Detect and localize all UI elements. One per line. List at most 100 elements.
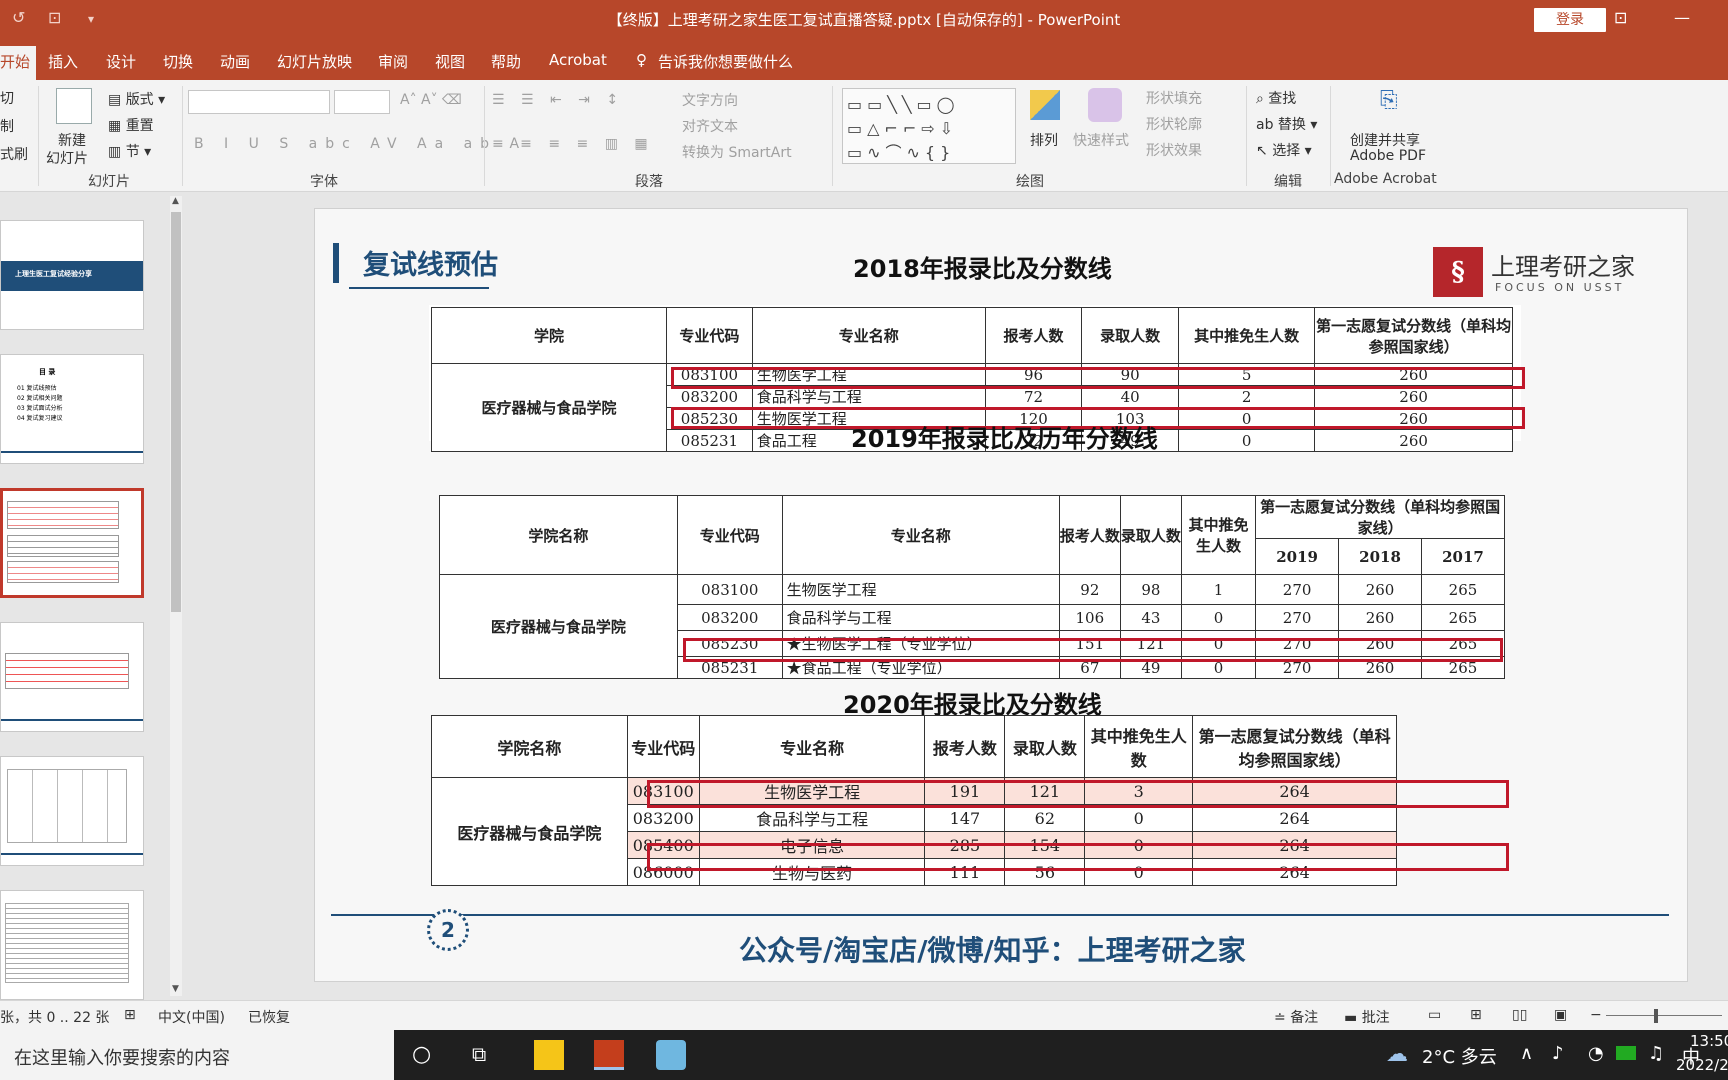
group-para-label: 段落 [635, 174, 663, 190]
slide-thumbnail-pane: 上理生医工复试经验分享 目 录 01 复试线预估 02 复试相关问题 03 复试… [0, 192, 180, 1000]
tab-slideshow[interactable]: 幻灯片放映 [277, 51, 352, 72]
section-title: 复试线预估 [363, 250, 498, 281]
cut-button[interactable]: 切 [0, 88, 14, 108]
notes-button[interactable]: ≐ 备注 [1274, 1007, 1318, 1027]
font-format-buttons[interactable]: B I U S abc AV Aa ab A [194, 136, 527, 152]
table-2018-title: 2018年报录比及分数线 [853, 255, 1112, 283]
column-header: 学院名称 [431, 715, 628, 778]
zoom-slider-thumb[interactable] [1654, 1009, 1658, 1023]
section-button[interactable]: ▥ 节 ▾ [108, 141, 151, 161]
logo-text: 上理考研之家 [1491, 253, 1635, 281]
create-pdf-label[interactable]: 创建并共享 [1350, 130, 1420, 150]
format-painter-button[interactable]: 式刷 [0, 144, 28, 164]
column-header: 专业代码 [666, 307, 753, 364]
slide-thumbnail-5[interactable] [0, 756, 144, 866]
slide-thumbnail-6[interactable] [0, 890, 144, 1000]
font-size-box[interactable] [334, 90, 390, 114]
normal-view-icon[interactable]: ▭ [1428, 1007, 1441, 1023]
minimize-icon[interactable]: — [1674, 8, 1690, 27]
shape-effect-button[interactable]: 形状效果 [1146, 140, 1202, 160]
slide-canvas[interactable]: 复试线预估 § 上理考研之家 FOCUS ON USST 2018年报录比及分数… [314, 208, 1688, 982]
slide-thumbnail-3[interactable] [0, 488, 144, 598]
table-header-row: 学院 专业代码 专业名称 报考人数 录取人数 其中推免生人数 第一志愿复试分数线（单科均参照… [430, 307, 1513, 364]
weather-text[interactable]: 2°C 多云 [1422, 1043, 1497, 1069]
tab-transitions[interactable]: 切换 [163, 51, 193, 72]
align-text-button[interactable]: 对齐文本 [682, 116, 738, 136]
tab-home[interactable]: 开始 [0, 46, 37, 80]
find-button[interactable]: ⌕ 查找 [1256, 88, 1296, 108]
shape-fill-button[interactable]: 形状填充 [1146, 88, 1202, 108]
nvidia-icon[interactable] [1616, 1046, 1636, 1060]
lightbulb-icon: ♀ [636, 51, 647, 69]
tab-help[interactable]: 帮助 [491, 51, 521, 72]
shape-outline-button[interactable]: 形状轮廓 [1146, 114, 1202, 134]
login-button[interactable]: 登录 [1534, 8, 1606, 32]
column-header: 其中推免生人数 [1180, 495, 1257, 575]
new-slide-label[interactable]: 新建 [58, 130, 86, 150]
quick-style-button[interactable]: 快速样式 [1073, 130, 1129, 150]
align-buttons[interactable]: ≡ ≡ ≡ ≡ ▥ ▦ [492, 136, 654, 152]
sticky-notes-icon[interactable] [534, 1040, 564, 1070]
task-view-icon[interactable]: ⧉ [472, 1042, 486, 1066]
tab-design[interactable]: 设计 [106, 51, 136, 72]
column-header: 录取人数 [1081, 307, 1180, 364]
table-cell: 食品科学与工程 [698, 804, 926, 832]
quick-style-icon[interactable] [1088, 88, 1122, 122]
text-direction-button[interactable]: 文字方向 [682, 90, 738, 110]
table-cell: 265 [1421, 604, 1505, 631]
new-slide-label2[interactable]: 幻灯片 [46, 148, 88, 168]
create-pdf-label2[interactable]: Adobe PDF [1350, 148, 1426, 164]
list-buttons[interactable]: ☰ ☰ ⇤ ⇥ ↕ [492, 92, 624, 108]
clock-date[interactable]: 2022/2 [1676, 1056, 1728, 1074]
tab-review[interactable]: 审阅 [378, 51, 408, 72]
network-icon[interactable]: ◔ [1588, 1043, 1604, 1064]
replace-button[interactable]: ab 替换 ▾ [1256, 114, 1317, 134]
table-cell: 0 [1084, 804, 1194, 832]
clock-time[interactable]: 13:50 [1690, 1032, 1728, 1050]
slide-thumbnail-4[interactable] [0, 622, 144, 732]
ribbon-display-icon[interactable]: ⊡ [1614, 8, 1627, 27]
taskbar-search-input[interactable]: 在这里输入你要搜索的内容 [0, 1030, 394, 1080]
shapes-gallery[interactable]: ▭▭╲╲▭◯ ▭△⌐⌐⇨⇩ ▭∿⌒∿{} [842, 88, 1016, 164]
create-pdf-icon[interactable]: ⎘ [1380, 88, 1398, 113]
column-header: 专业名称 [751, 307, 986, 364]
language-status[interactable]: 中文(中国) [158, 1007, 225, 1027]
thumbnail-scrollbar[interactable]: ▲ ▼ [170, 196, 182, 996]
select-button[interactable]: ↖ 选择 ▾ [1256, 140, 1312, 160]
slide-sorter-icon[interactable]: ⊞ [1470, 1007, 1482, 1023]
cortana-icon[interactable]: ○ [412, 1042, 431, 1067]
tell-me-box[interactable]: 告诉我你想要做什么 [658, 51, 793, 72]
grow-font-icon[interactable]: A˄ A˅ ⌫ [400, 92, 462, 108]
copy-button[interactable]: 制 [0, 116, 14, 136]
reading-view-icon[interactable]: ▯▯ [1512, 1007, 1527, 1023]
tab-insert[interactable]: 插入 [48, 51, 78, 72]
accessibility-icon[interactable]: ⊞ [124, 1007, 136, 1023]
zoom-out-icon[interactable]: − [1590, 1007, 1602, 1023]
mic-icon[interactable]: ♪ [1552, 1043, 1564, 1064]
arrange-button[interactable]: 排列 [1030, 130, 1058, 150]
new-slide-icon[interactable] [56, 88, 92, 124]
tab-view[interactable]: 视图 [435, 51, 465, 72]
table-cell: 270 [1255, 574, 1340, 605]
smartart-button[interactable]: 转换为 SmartArt [682, 142, 792, 162]
reset-button[interactable]: ▦ 重置 [108, 115, 154, 135]
layout-button[interactable]: ▤ 版式 ▾ [108, 89, 165, 109]
table-cell: 147 [924, 804, 1006, 832]
volume-icon[interactable]: ♫ [1648, 1043, 1664, 1064]
slideshow-view-icon[interactable]: ▣ [1554, 1007, 1567, 1023]
weather-icon[interactable]: ☁ [1386, 1042, 1408, 1067]
app-taskbar-icon[interactable] [656, 1040, 686, 1070]
arrange-icon[interactable] [1030, 90, 1060, 120]
tab-animations[interactable]: 动画 [220, 51, 250, 72]
group-acrobat-label: Adobe Acrobat [1334, 171, 1437, 187]
column-header: 第一志愿复试分数线（单科均参照国家线） [1314, 307, 1513, 364]
comments-button[interactable]: ▬ 批注 [1344, 1007, 1390, 1027]
powerpoint-taskbar-icon[interactable] [594, 1040, 624, 1070]
tray-chevron-icon[interactable]: ∧ [1520, 1043, 1533, 1064]
font-name-box[interactable] [188, 90, 330, 114]
zoom-slider[interactable] [1606, 1015, 1722, 1016]
slide-thumbnail-2[interactable]: 目 录 01 复试线预估 02 复试相关问题 03 复试面试分析 04 复试复习… [0, 354, 144, 464]
tab-acrobat[interactable]: Acrobat [549, 51, 607, 69]
column-header: 专业名称 [781, 495, 1060, 575]
slide-thumbnail-1[interactable]: 上理生医工复试经验分享 [0, 220, 144, 330]
